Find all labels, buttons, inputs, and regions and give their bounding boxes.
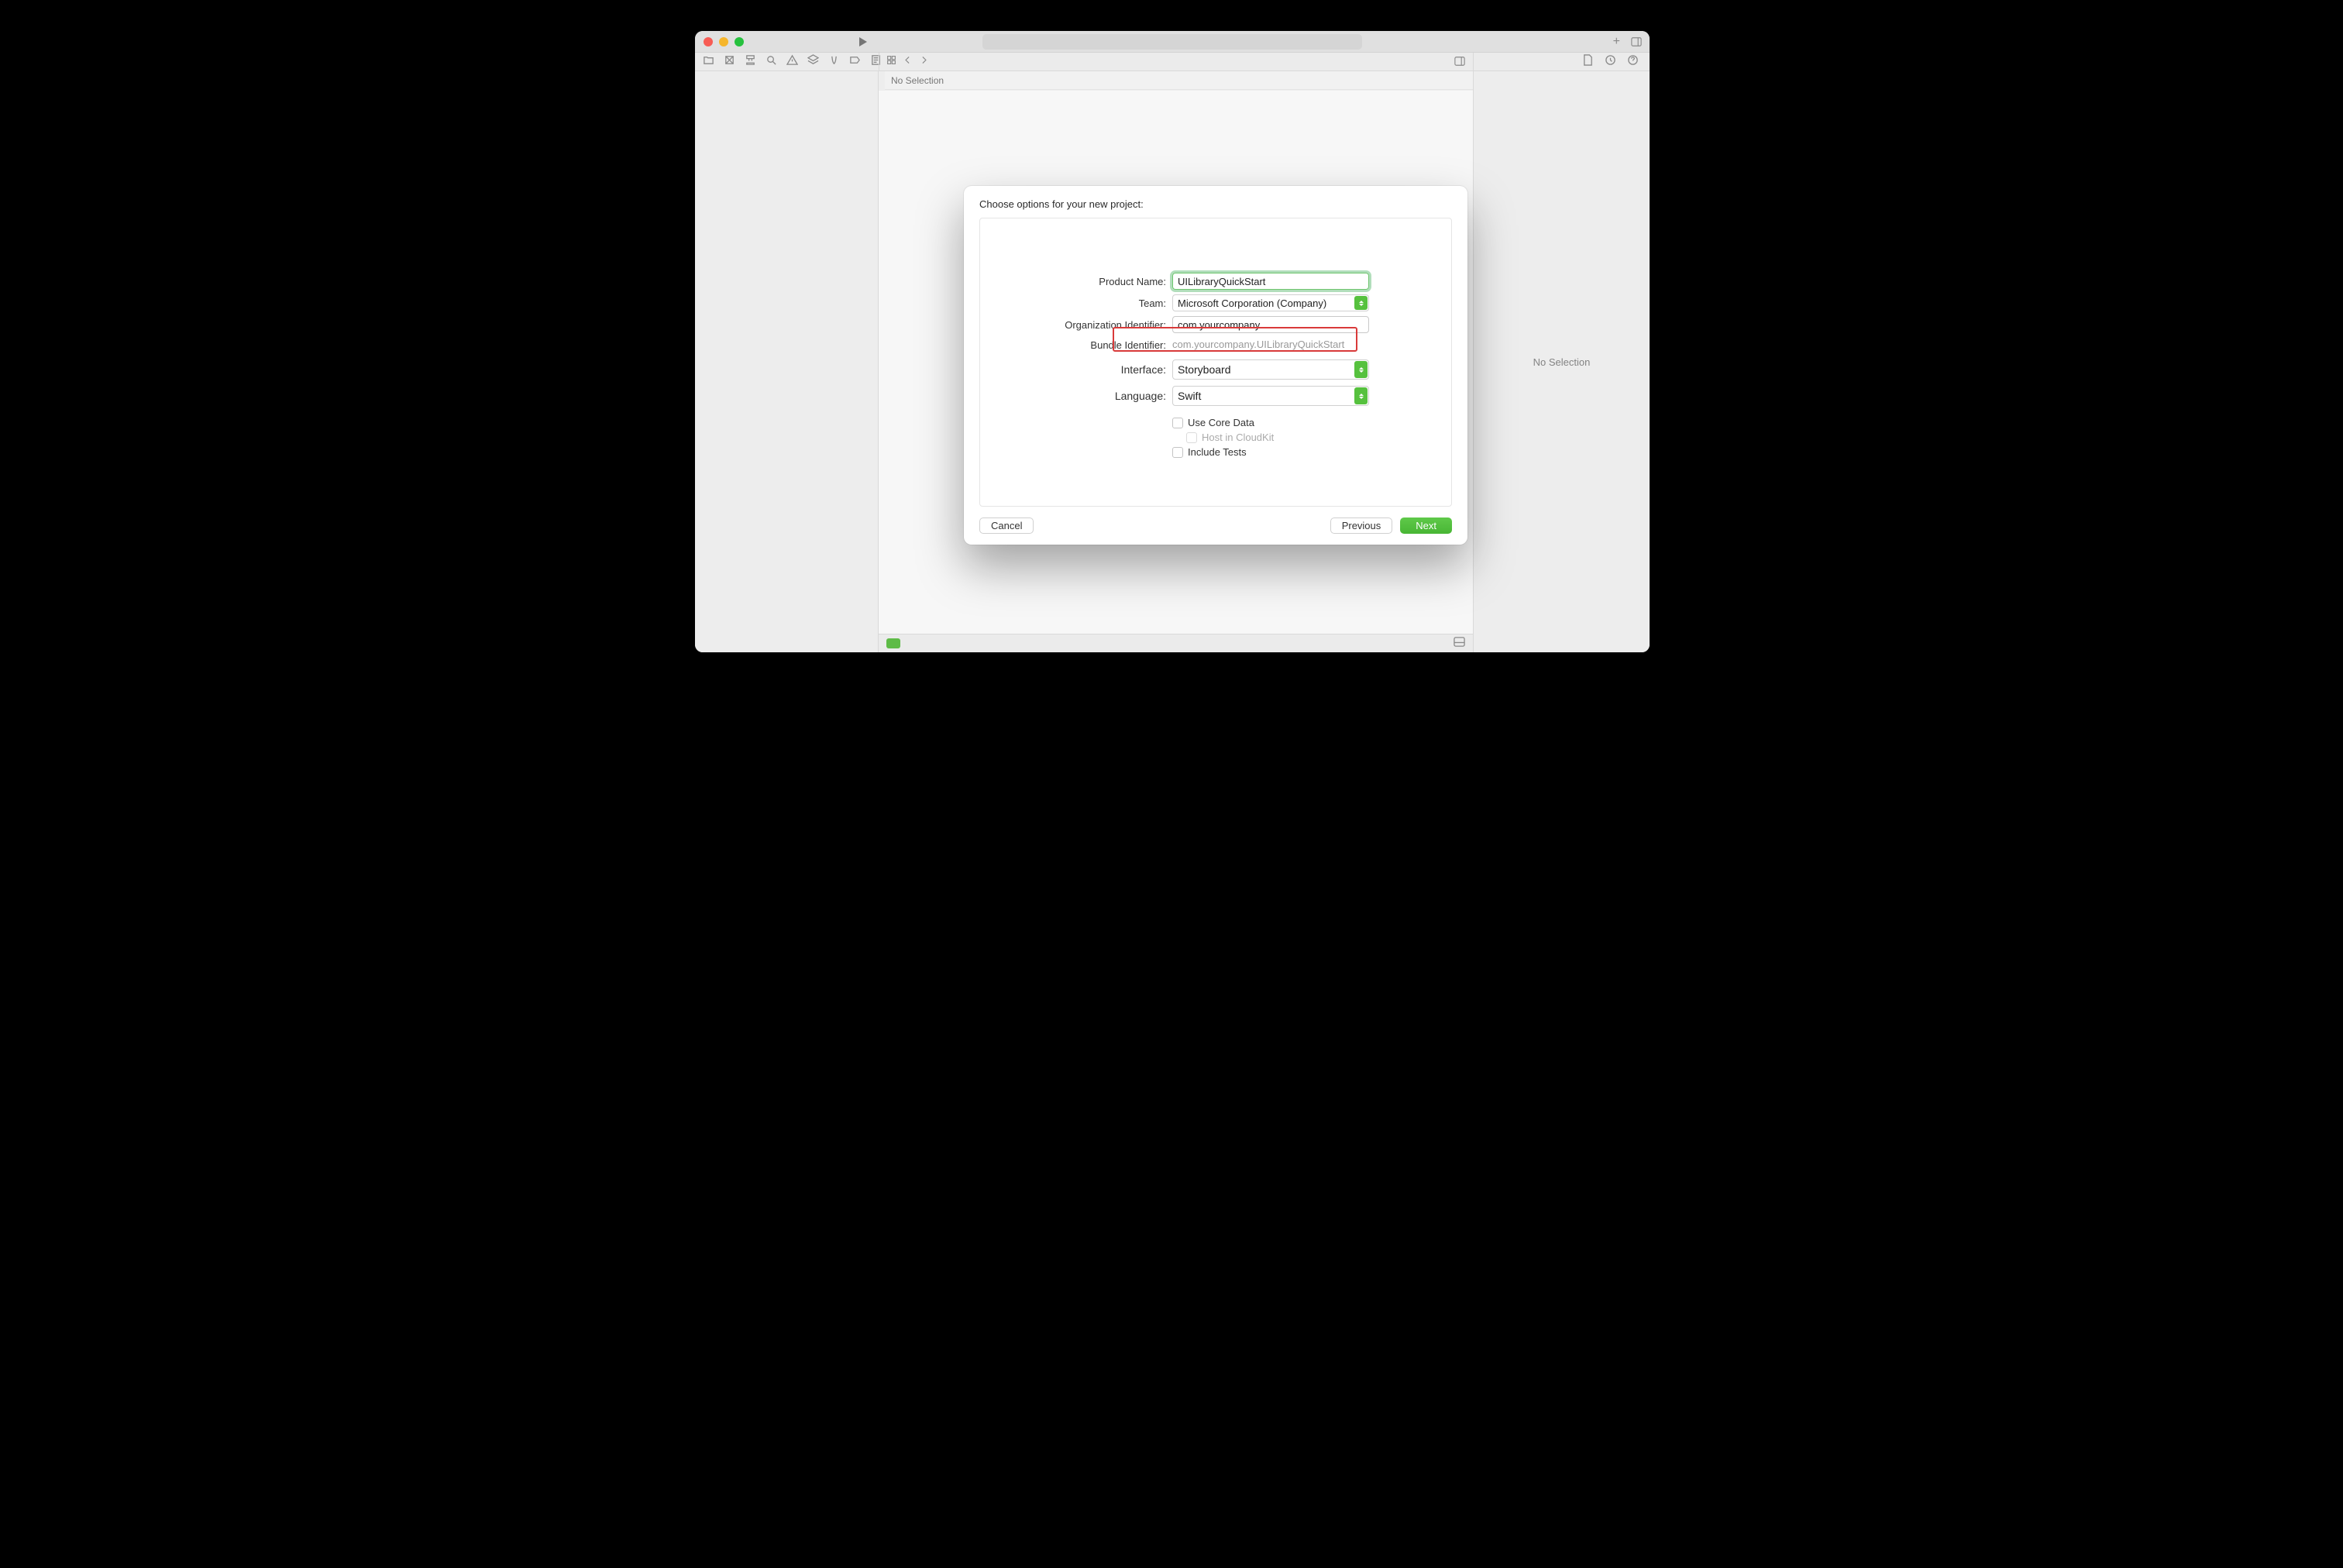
core-data-checkbox-row[interactable]: Use Core Data	[1172, 417, 1451, 428]
breakpoint-navigator-icon[interactable]	[849, 54, 861, 70]
select-arrows-icon	[1354, 361, 1368, 378]
checkbox-icon	[1172, 418, 1183, 428]
inspector-panel: No Selection	[1473, 71, 1650, 652]
new-project-options-sheet: Choose options for your new project: Pro…	[964, 186, 1467, 545]
run-button[interactable]	[856, 36, 869, 52]
report-navigator-icon[interactable]	[870, 54, 882, 70]
xcode-window: +	[695, 31, 1650, 652]
next-button[interactable]: Next	[1400, 518, 1452, 534]
close-window-button[interactable]	[704, 37, 713, 46]
minimize-window-button[interactable]	[719, 37, 728, 46]
zoom-window-button[interactable]	[735, 37, 744, 46]
find-navigator-icon[interactable]	[766, 54, 777, 70]
language-select[interactable]: Swift	[1172, 386, 1369, 406]
toggle-inspector-icon[interactable]	[1631, 36, 1642, 51]
titlebar: +	[695, 31, 1650, 53]
product-name-input[interactable]	[1172, 273, 1369, 290]
team-select[interactable]: Microsoft Corporation (Company)	[1172, 294, 1369, 311]
debug-bar	[879, 634, 1473, 652]
checkbox-icon	[1186, 432, 1197, 443]
bundle-id-value: com.yourcompany.UILibraryQuickStart	[1172, 339, 1344, 350]
include-tests-checkbox-label: Include Tests	[1188, 446, 1247, 458]
traffic-lights	[704, 37, 744, 46]
bundle-id-label: Bundle Identifier:	[980, 339, 1172, 351]
history-inspector-icon[interactable]	[1605, 54, 1616, 70]
debug-navigator-icon[interactable]	[828, 54, 840, 70]
source-control-navigator-icon[interactable]	[724, 54, 735, 70]
select-arrows-icon	[1354, 296, 1368, 310]
navigator-panel	[695, 71, 879, 652]
team-select-value: Microsoft Corporation (Company)	[1178, 297, 1326, 309]
activity-bar[interactable]	[982, 34, 1362, 50]
product-name-label: Product Name:	[980, 276, 1172, 287]
nav-back-icon[interactable]	[903, 55, 913, 69]
debug-console-icon[interactable]	[886, 638, 900, 648]
previous-button[interactable]: Previous	[1330, 518, 1393, 534]
cancel-button[interactable]: Cancel	[979, 518, 1034, 534]
language-select-value: Swift	[1178, 390, 1201, 402]
cloudkit-checkbox-row: Host in CloudKit	[1186, 432, 1451, 443]
cloudkit-checkbox-label: Host in CloudKit	[1202, 432, 1274, 443]
nav-forward-icon[interactable]	[919, 55, 929, 69]
interface-select[interactable]: Storyboard	[1172, 359, 1369, 380]
org-id-input[interactable]	[1172, 316, 1369, 333]
language-label: Language:	[980, 390, 1172, 402]
file-inspector-icon[interactable]	[1582, 54, 1594, 70]
navigator-tab-row	[695, 53, 1650, 71]
inspector-empty-label: No Selection	[1533, 356, 1591, 368]
sheet-title: Choose options for your new project:	[964, 186, 1467, 218]
issue-navigator-icon[interactable]	[786, 54, 798, 70]
select-arrows-icon	[1354, 387, 1368, 404]
add-tab-button[interactable]: +	[1613, 36, 1620, 48]
core-data-checkbox-label: Use Core Data	[1188, 417, 1254, 428]
symbol-navigator-icon[interactable]	[745, 54, 756, 70]
interface-select-value: Storyboard	[1178, 363, 1230, 376]
org-id-label: Organization Identifier:	[980, 319, 1172, 331]
team-label: Team:	[980, 297, 1172, 309]
help-inspector-icon[interactable]	[1627, 54, 1639, 70]
sheet-form: Product Name: Team: Microsoft Corporatio…	[979, 218, 1452, 507]
test-navigator-icon[interactable]	[807, 54, 819, 70]
checkbox-icon	[1172, 447, 1183, 458]
interface-label: Interface:	[980, 363, 1172, 376]
related-items-icon[interactable]	[886, 55, 896, 69]
toggle-debug-area-icon[interactable]	[1454, 636, 1465, 652]
include-tests-checkbox-row[interactable]: Include Tests	[1172, 446, 1451, 458]
editor-path-bar: No Selection	[885, 71, 1473, 90]
project-navigator-icon[interactable]	[703, 54, 714, 70]
editor-options-icon[interactable]	[1454, 56, 1465, 70]
